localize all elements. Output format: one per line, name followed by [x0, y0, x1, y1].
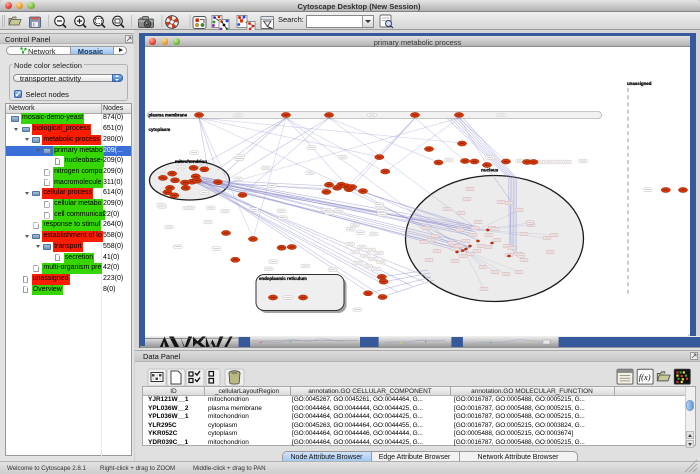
svg-text:plasma membrane: plasma membrane — [149, 112, 188, 117]
svg-text:nucleus: nucleus — [481, 168, 499, 173]
svg-text:f(x): f(x) — [639, 372, 651, 382]
svg-text:unassigned: unassigned — [627, 81, 652, 86]
svg-text:cytoplasm: cytoplasm — [149, 127, 171, 132]
svg-text:mitochondrion: mitochondrion — [175, 159, 207, 164]
svg-text:endoplasmic reticulum: endoplasmic reticulum — [259, 276, 307, 281]
